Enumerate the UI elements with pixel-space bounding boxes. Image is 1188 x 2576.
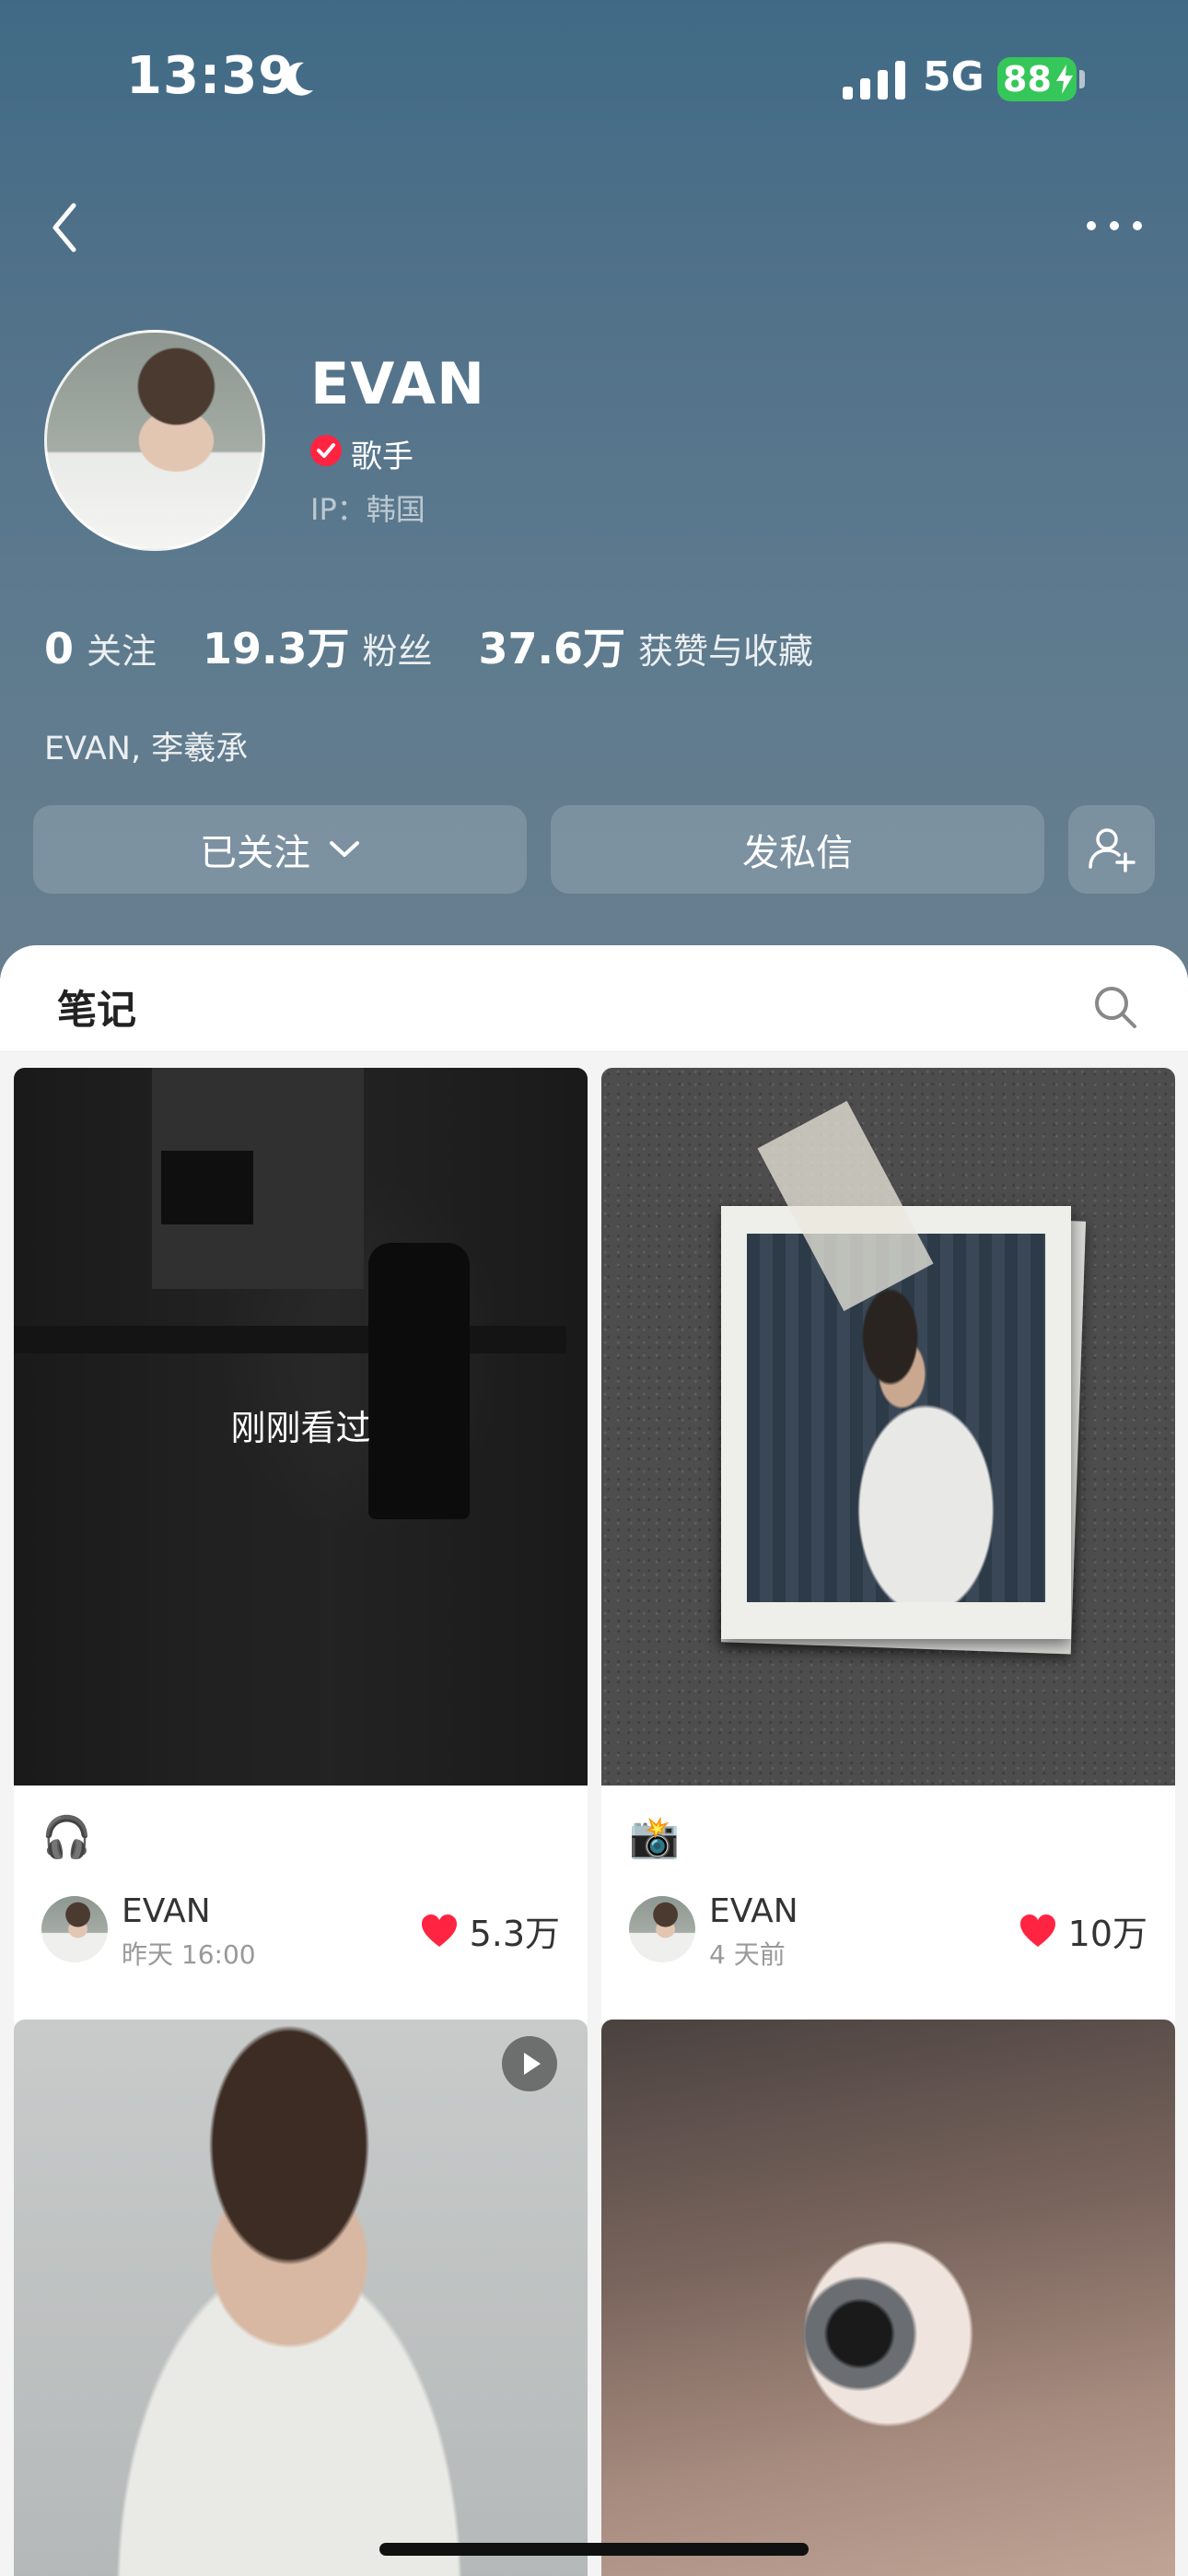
- stat-followers[interactable]: 19.3万 粉丝: [203, 615, 433, 676]
- profile-ip-location: IP：韩国: [310, 492, 425, 527]
- profile-bio: EVAN, 李羲承: [44, 731, 249, 767]
- battery-level: 88: [1003, 59, 1052, 100]
- note-time: 昨天 16:00: [122, 1939, 256, 1970]
- video-play-icon: [502, 2036, 557, 2091]
- following-button-label: 已关注: [200, 832, 310, 874]
- note-cover-image[interactable]: 刚刚看过: [14, 1068, 588, 1786]
- profile-stats: 0 关注 19.3万 粉丝 37.6万 获赞与收藏: [44, 615, 859, 676]
- notes-tabbar: 笔记: [0, 945, 1188, 1052]
- note-cover-image[interactable]: [601, 2020, 1175, 2576]
- send-message-label: 发私信: [742, 832, 853, 874]
- search-icon[interactable]: [1092, 984, 1138, 1030]
- stat-following[interactable]: 0 关注: [44, 623, 157, 673]
- like-count: 5.3万: [469, 1914, 560, 1954]
- add-friend-button[interactable]: [1068, 805, 1155, 894]
- note-card[interactable]: [601, 2020, 1175, 2576]
- cover-monitor: [161, 1151, 253, 1224]
- note-title: 📸: [629, 1814, 680, 1861]
- author-name[interactable]: EVAN: [122, 1892, 211, 1930]
- profile-page: 13:39 5G 88 EVAN 歌手 IP：韩国 0 关注 19.3万 粉丝 …: [0, 0, 1188, 2576]
- stat-value: 19.3万: [203, 624, 350, 673]
- note-time: 4 天前: [709, 1939, 786, 1970]
- home-indicator[interactable]: [379, 2543, 809, 2556]
- back-arrow-icon[interactable]: [44, 198, 90, 257]
- status-bar: 13:39 5G 88: [0, 0, 1188, 157]
- note-card[interactable]: 刚刚看过 🎧 EVAN 昨天 16:00 5.3万: [14, 1068, 588, 2030]
- author-avatar[interactable]: [41, 1896, 108, 1962]
- status-time: 13:39: [126, 46, 296, 106]
- note-card[interactable]: 📸 EVAN 4 天前 10万: [601, 1068, 1175, 2030]
- stat-label: 获赞与收藏: [638, 631, 814, 672]
- notes-section: 笔记 刚刚看过 🎧 EVAN 昨天 16:00 5.3万 📸 EVAN 4 天前…: [0, 945, 1188, 2576]
- send-message-button[interactable]: 发私信: [551, 805, 1044, 894]
- stat-value: 0: [44, 624, 75, 673]
- cover-polaroid-photo: [747, 1234, 1045, 1602]
- chevron-down-icon: [330, 841, 359, 857]
- profile-avatar[interactable]: [44, 330, 265, 551]
- note-title: 🎧: [41, 1814, 92, 1861]
- cover-chair: [368, 1243, 470, 1519]
- author-avatar[interactable]: [629, 1896, 695, 1962]
- note-cover-image[interactable]: [601, 1068, 1175, 1786]
- note-card[interactable]: [14, 2020, 588, 2576]
- like-button[interactable]: 10万: [1019, 1905, 1147, 1956]
- stat-value: 37.6万: [478, 624, 626, 673]
- profile-role: 歌手: [351, 439, 413, 475]
- battery-cap: [1079, 70, 1085, 88]
- like-count: 10万: [1067, 1914, 1147, 1954]
- cover-desk: [14, 1326, 566, 1353]
- stat-label: 关注: [87, 631, 157, 672]
- cover-window: [152, 1068, 364, 1289]
- add-user-icon: [1089, 828, 1136, 872]
- recently-viewed-label: 刚刚看过: [230, 1408, 371, 1448]
- more-options-icon[interactable]: [1082, 212, 1147, 240]
- heart-icon: [421, 1914, 457, 1947]
- signal-icon: [843, 61, 905, 100]
- stat-label: 粉丝: [362, 631, 433, 672]
- charging-bolt-icon: [1056, 64, 1073, 94]
- profile-header: 13:39 5G 88 EVAN 歌手 IP：韩国 0 关注 19.3万 粉丝 …: [0, 0, 1188, 995]
- stat-likes-favorites[interactable]: 37.6万 获赞与收藏: [479, 615, 814, 676]
- tab-notes[interactable]: 笔记: [57, 978, 136, 1036]
- moon-icon: [284, 62, 313, 96]
- verified-badge-icon: [310, 435, 342, 466]
- heart-icon: [1019, 1914, 1055, 1947]
- note-cover-image[interactable]: [14, 2020, 588, 2576]
- note-card-body: 🎧 EVAN 昨天 16:00 5.3万: [14, 1786, 588, 2030]
- like-button[interactable]: 5.3万: [420, 1905, 560, 1956]
- author-name[interactable]: EVAN: [709, 1892, 798, 1930]
- following-button[interactable]: 已关注: [33, 805, 527, 894]
- profile-name: EVAN: [310, 350, 485, 417]
- battery-indicator: 88: [997, 57, 1077, 101]
- note-card-body: 📸 EVAN 4 天前 10万: [601, 1786, 1175, 2030]
- network-label: 5G: [923, 53, 984, 100]
